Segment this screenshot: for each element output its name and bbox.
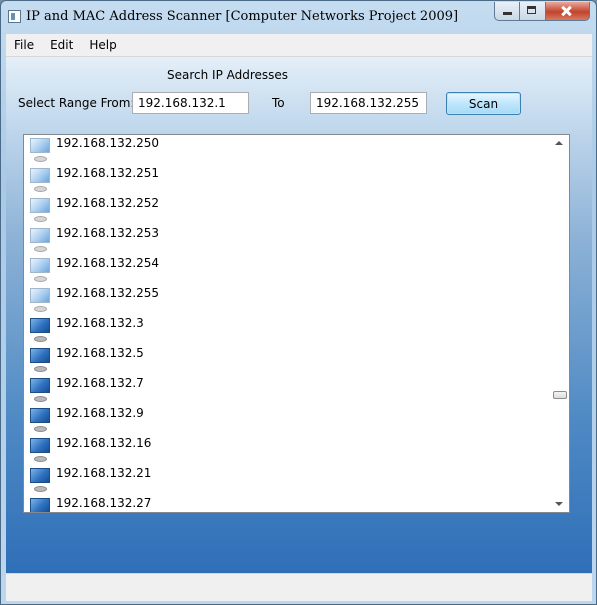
ip-results-list[interactable]: 192.168.132.250 192.168.132.251 192.168.…: [23, 134, 570, 513]
list-item[interactable]: 192.168.132.252: [24, 195, 552, 225]
computer-icon: [28, 138, 52, 164]
computer-icon: [28, 198, 52, 224]
window-controls: [494, 2, 590, 21]
ip-address: 192.168.132.16: [56, 436, 152, 450]
ip-address: 192.168.132.255: [56, 286, 160, 300]
scroll-up-arrow-icon[interactable]: [555, 141, 563, 145]
range-from-label: Select Range From:: [18, 96, 135, 110]
computer-icon: [28, 348, 52, 374]
ip-address: 192.168.132.252: [56, 196, 160, 210]
menu-edit[interactable]: Edit: [42, 38, 81, 52]
search-heading: Search IP Addresses: [167, 68, 289, 82]
list-item[interactable]: 192.168.132.254: [24, 255, 552, 285]
list-item[interactable]: 192.168.132.21: [24, 465, 552, 495]
list-item[interactable]: 192.168.132.5: [24, 345, 552, 375]
ip-address: 192.168.132.21: [56, 466, 152, 480]
window-title: IP and MAC Address Scanner [Computer Net…: [26, 9, 459, 24]
computer-icon: [28, 468, 52, 494]
main-panel: Search IP Addresses Select Range From: T…: [6, 57, 592, 573]
computer-icon: [28, 168, 52, 194]
ip-address: 192.168.132.254: [56, 256, 160, 270]
status-bar: [6, 573, 592, 601]
menu-file[interactable]: File: [6, 38, 42, 52]
scroll-thumb[interactable]: [553, 391, 567, 399]
ip-address: 192.168.132.3: [56, 316, 144, 330]
scroll-down-arrow-icon[interactable]: [555, 502, 563, 506]
list-item[interactable]: 192.168.132.255: [24, 285, 552, 315]
range-from-input[interactable]: [132, 92, 249, 114]
ip-address: 192.168.132.7: [56, 376, 144, 390]
computer-icon: [28, 228, 52, 254]
maximize-button[interactable]: [520, 2, 546, 21]
menu-help[interactable]: Help: [81, 38, 124, 52]
computer-icon: [28, 438, 52, 464]
range-to-label: To: [272, 96, 285, 110]
list-item[interactable]: 192.168.132.9: [24, 405, 552, 435]
ip-address: 192.168.132.253: [56, 226, 160, 240]
scan-button[interactable]: Scan: [446, 92, 521, 115]
minimize-button[interactable]: [494, 2, 520, 21]
list-item[interactable]: 192.168.132.27: [24, 495, 552, 512]
list-item[interactable]: 192.168.132.3: [24, 315, 552, 345]
app-window: IP and MAC Address Scanner [Computer Net…: [0, 0, 597, 605]
ip-address: 192.168.132.9: [56, 406, 144, 420]
close-button[interactable]: [546, 2, 590, 21]
list-item[interactable]: 192.168.132.250: [24, 135, 552, 165]
ip-address: 192.168.132.5: [56, 346, 144, 360]
title-bar[interactable]: IP and MAC Address Scanner [Computer Net…: [1, 1, 596, 33]
computer-icon: [28, 288, 52, 314]
range-to-input[interactable]: [310, 92, 427, 114]
computer-icon: [28, 498, 52, 512]
app-icon[interactable]: [8, 10, 21, 23]
computer-icon: [28, 378, 52, 404]
computer-icon: [28, 408, 52, 434]
vertical-scrollbar[interactable]: [552, 135, 569, 512]
ip-address: 192.168.132.27: [56, 496, 152, 510]
ip-results-items: 192.168.132.250 192.168.132.251 192.168.…: [24, 135, 552, 512]
ip-address: 192.168.132.250: [56, 136, 160, 150]
list-item[interactable]: 192.168.132.251: [24, 165, 552, 195]
ip-address: 192.168.132.251: [56, 166, 160, 180]
computer-icon: [28, 318, 52, 344]
list-item[interactable]: 192.168.132.7: [24, 375, 552, 405]
menu-bar: File Edit Help: [6, 34, 592, 57]
list-item[interactable]: 192.168.132.253: [24, 225, 552, 255]
computer-icon: [28, 258, 52, 284]
list-item[interactable]: 192.168.132.16: [24, 435, 552, 465]
